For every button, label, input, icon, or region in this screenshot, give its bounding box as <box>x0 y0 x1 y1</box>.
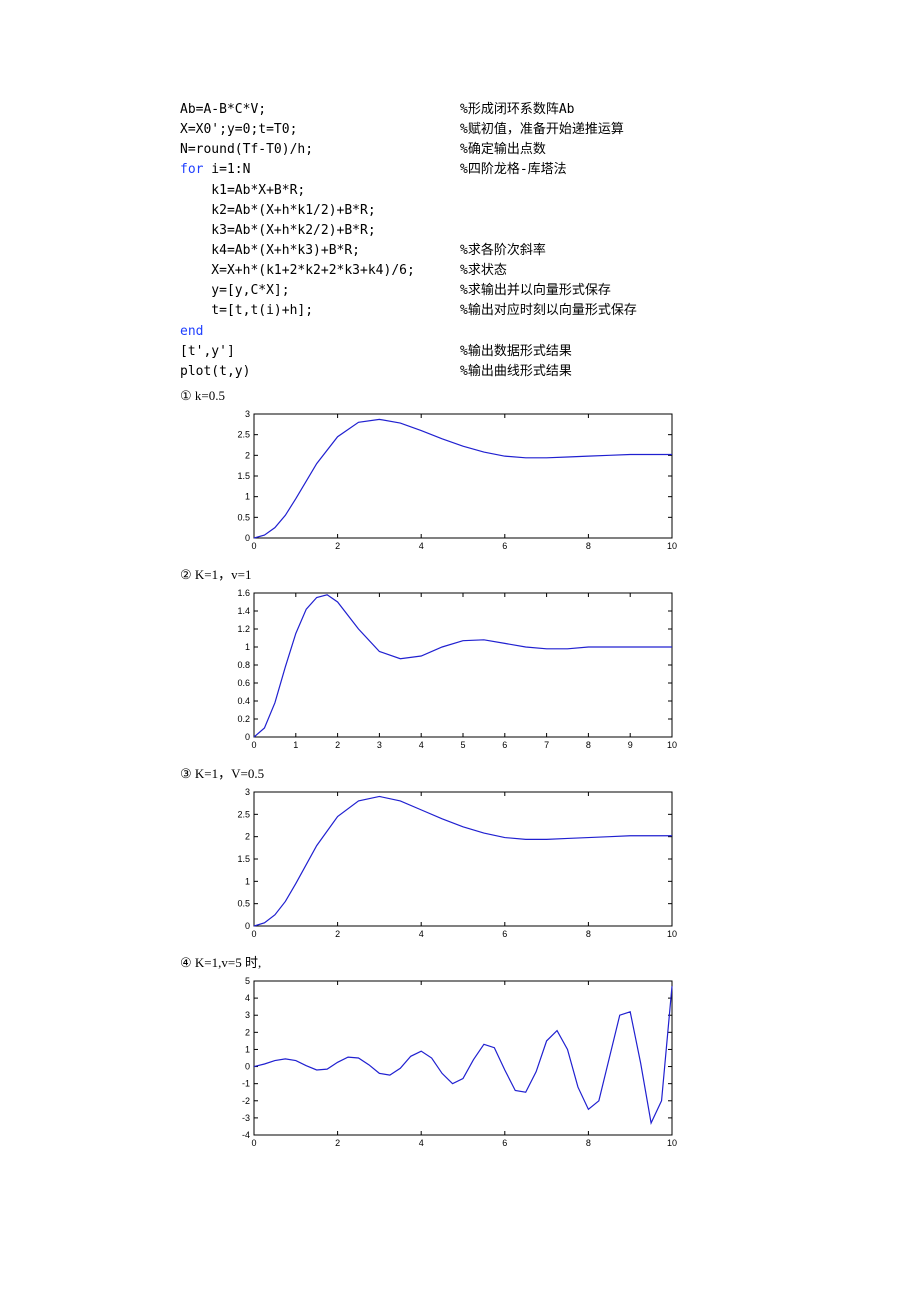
code-line: k3=Ab*(X+h*k2/2)+B*R; <box>180 221 740 241</box>
code-line: k1=Ab*X+B*R; <box>180 181 740 201</box>
svg-text:6: 6 <box>502 541 507 551</box>
svg-text:0: 0 <box>251 541 256 551</box>
svg-text:10: 10 <box>667 541 677 551</box>
svg-text:10: 10 <box>667 929 677 939</box>
svg-text:1: 1 <box>293 740 298 750</box>
svg-text:8: 8 <box>586 740 591 750</box>
svg-text:2: 2 <box>245 1027 250 1037</box>
svg-text:2: 2 <box>335 929 340 939</box>
code-line: k2=Ab*(X+h*k1/2)+B*R; <box>180 201 740 221</box>
svg-text:2: 2 <box>245 450 250 460</box>
svg-text:0: 0 <box>245 533 250 543</box>
svg-text:1.6: 1.6 <box>237 588 250 598</box>
code-line: [t',y']%输出数据形式结果 <box>180 342 740 362</box>
svg-text:4: 4 <box>419 929 424 939</box>
caption-3: ③ K=1，V=0.5 <box>180 763 740 782</box>
svg-text:5: 5 <box>460 740 465 750</box>
svg-text:1.2: 1.2 <box>237 624 250 634</box>
chart-4: 0 2 4 6 8 10 -4 -3 -2 -1 0 1 2 3 4 5 <box>220 973 740 1153</box>
svg-text:1: 1 <box>245 876 250 886</box>
svg-text:3: 3 <box>245 787 250 797</box>
svg-text:-1: -1 <box>242 1079 250 1089</box>
code-line: X=X+h*(k1+2*k2+2*k3+k4)/6;%求状态 <box>180 261 740 281</box>
svg-text:0: 0 <box>251 929 256 939</box>
svg-text:1: 1 <box>245 492 250 502</box>
code-block: Ab=A-B*C*V;%形成闭环系数阵AbX=X0';y=0;t=T0;%赋初值… <box>180 100 740 382</box>
svg-text:0.2: 0.2 <box>237 714 250 724</box>
svg-text:0.5: 0.5 <box>237 899 250 909</box>
chart-3: 0 2 4 6 8 10 0 0.5 1 1.5 2 2.5 3 <box>220 784 740 944</box>
svg-text:-3: -3 <box>242 1113 250 1123</box>
caption-1: ① k=0.5 <box>180 388 740 404</box>
code-line: t=[t,t(i)+h];%输出对应时刻以向量形式保存 <box>180 301 740 321</box>
svg-text:5: 5 <box>245 976 250 986</box>
svg-text:6: 6 <box>502 1138 507 1148</box>
svg-text:10: 10 <box>667 740 677 750</box>
svg-text:0.5: 0.5 <box>237 512 250 522</box>
svg-text:0: 0 <box>251 1138 256 1148</box>
svg-text:4: 4 <box>245 993 250 1003</box>
svg-text:8: 8 <box>586 541 591 551</box>
svg-text:3: 3 <box>377 740 382 750</box>
svg-text:0: 0 <box>245 732 250 742</box>
svg-text:0.4: 0.4 <box>237 696 250 706</box>
svg-text:0.8: 0.8 <box>237 660 250 670</box>
caption-2: ② K=1，v=1 <box>180 564 740 583</box>
svg-text:4: 4 <box>419 541 424 551</box>
svg-text:-2: -2 <box>242 1096 250 1106</box>
svg-text:4: 4 <box>419 1138 424 1148</box>
svg-text:2: 2 <box>245 832 250 842</box>
code-line: k4=Ab*(X+h*k3)+B*R;%求各阶次斜率 <box>180 241 740 261</box>
code-line: plot(t,y)%输出曲线形式结果 <box>180 362 740 382</box>
code-line: Ab=A-B*C*V;%形成闭环系数阵Ab <box>180 100 740 120</box>
chart-1: 0 2 4 6 8 10 0 0.5 1 1.5 2 2.5 3 <box>220 406 740 556</box>
svg-text:1: 1 <box>245 642 250 652</box>
svg-text:1.4: 1.4 <box>237 606 250 616</box>
svg-text:0: 0 <box>251 740 256 750</box>
code-line: for i=1:N%四阶龙格-库塔法 <box>180 160 740 180</box>
chart-2: 0 1 2 3 4 5 6 7 8 9 10 0 0.2 0.4 0.6 0.8 1 1.2 1.4 1.6 <box>220 585 740 755</box>
svg-text:4: 4 <box>419 740 424 750</box>
code-line: N=round(Tf-T0)/h;%确定输出点数 <box>180 140 740 160</box>
code-line: end <box>180 322 740 342</box>
svg-text:3: 3 <box>245 1010 250 1020</box>
svg-text:9: 9 <box>628 740 633 750</box>
svg-text:2.5: 2.5 <box>237 809 250 819</box>
svg-text:1: 1 <box>245 1044 250 1054</box>
svg-text:6: 6 <box>502 740 507 750</box>
svg-text:-4: -4 <box>242 1130 250 1140</box>
svg-text:0.6: 0.6 <box>237 678 250 688</box>
svg-text:3: 3 <box>245 409 250 419</box>
svg-text:8: 8 <box>586 1138 591 1148</box>
svg-text:0: 0 <box>245 921 250 931</box>
svg-text:2: 2 <box>335 740 340 750</box>
svg-text:6: 6 <box>502 929 507 939</box>
svg-text:7: 7 <box>544 740 549 750</box>
code-line: X=X0';y=0;t=T0;%赋初值，准备开始递推运算 <box>180 120 740 140</box>
svg-text:8: 8 <box>586 929 591 939</box>
caption-4: ④ K=1,v=5 时, <box>180 952 740 971</box>
code-line: y=[y,C*X];%求输出并以向量形式保存 <box>180 281 740 301</box>
svg-text:1.5: 1.5 <box>237 854 250 864</box>
svg-text:2: 2 <box>335 541 340 551</box>
svg-text:0: 0 <box>245 1062 250 1072</box>
svg-text:10: 10 <box>667 1138 677 1148</box>
svg-text:2: 2 <box>335 1138 340 1148</box>
svg-text:1.5: 1.5 <box>237 471 250 481</box>
svg-text:2.5: 2.5 <box>237 430 250 440</box>
